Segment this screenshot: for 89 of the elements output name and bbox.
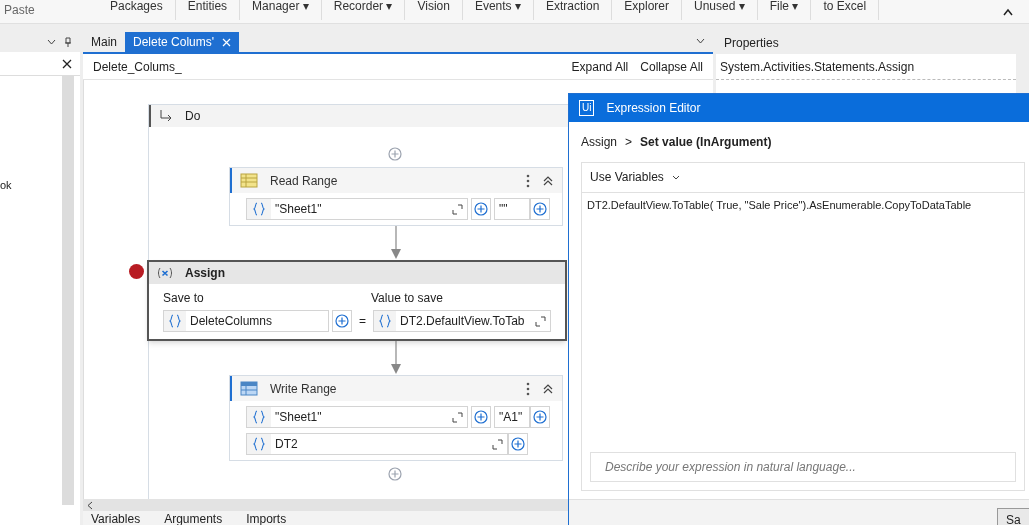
breadcrumb-link[interactable]: Assign bbox=[581, 132, 618, 151]
expression-field[interactable]: "A1" bbox=[494, 406, 530, 428]
collapse-icon[interactable] bbox=[542, 174, 554, 187]
breadcrumb-current: Set value (InArgument) bbox=[640, 133, 772, 151]
more-icon[interactable] bbox=[526, 173, 530, 188]
expression-field[interactable]: DT2.DefaultView.ToTab bbox=[372, 310, 551, 332]
field-label: Value to save bbox=[371, 290, 443, 307]
table-icon bbox=[240, 380, 258, 397]
field-value: "Sheet1" bbox=[274, 201, 323, 218]
ribbon-button[interactable]: Packages bbox=[98, 0, 176, 20]
scrollbar[interactable] bbox=[62, 76, 74, 505]
more-icon[interactable] bbox=[526, 381, 530, 396]
expression-editor[interactable]: DT2.DefaultView.ToTable( True, "Sale Price").AsEnumerable.CopyToDataTable bbox=[582, 192, 1024, 452]
equals-sign: = bbox=[357, 313, 367, 330]
connector-arrow bbox=[390, 341, 402, 375]
add-icon[interactable] bbox=[511, 437, 525, 451]
chevron-left-icon[interactable] bbox=[87, 500, 93, 510]
ribbon-button[interactable]: Events ▾ bbox=[462, 0, 534, 20]
field-value: DT2.DefaultView.ToTab bbox=[398, 313, 526, 330]
chevron-down-icon[interactable] bbox=[47, 39, 56, 45]
add-icon[interactable] bbox=[474, 410, 488, 424]
ribbon-button[interactable]: Vision bbox=[405, 0, 463, 20]
field-value: "Sheet1" bbox=[274, 409, 323, 426]
field-value: DT2 bbox=[274, 436, 299, 453]
ribbon-button[interactable]: File ▾ bbox=[757, 0, 812, 20]
pin-icon[interactable] bbox=[64, 37, 72, 47]
panel-text: ok bbox=[0, 179, 12, 191]
panel-tab[interactable]: Arguments bbox=[164, 514, 223, 525]
expand-icon[interactable] bbox=[492, 438, 503, 450]
document-tab[interactable]: Main bbox=[83, 32, 125, 52]
ribbon-button[interactable]: Manager ▾ bbox=[240, 0, 322, 20]
field-label: Save to bbox=[163, 290, 205, 307]
activity-title: Read Range bbox=[270, 172, 339, 190]
chevron-down-icon[interactable] bbox=[696, 38, 705, 44]
sequence-label: Do bbox=[185, 108, 201, 125]
ribbon-button[interactable]: Extraction bbox=[533, 0, 613, 20]
breadcrumb-separator: > bbox=[625, 133, 633, 151]
activity-card[interactable]: Read Range "Sheet1" "" bbox=[229, 167, 563, 226]
collapse-ribbon-icon[interactable] bbox=[1003, 8, 1013, 16]
collapse-all-link[interactable]: Collapse All bbox=[640, 57, 703, 76]
add-icon[interactable] bbox=[533, 202, 547, 216]
braces-icon bbox=[378, 314, 391, 328]
field-value: DeleteColumns bbox=[189, 313, 274, 330]
activity-card[interactable]: Write Range "Sheet1" "A1" DT2 bbox=[229, 375, 563, 461]
connector-arrow bbox=[390, 226, 402, 260]
ribbon-button[interactable]: Explorer bbox=[612, 0, 682, 20]
ribbon-button[interactable]: Recorder ▾ bbox=[321, 0, 406, 20]
add-icon[interactable] bbox=[474, 202, 488, 216]
document-tab[interactable]: Delete Colums' bbox=[125, 32, 239, 52]
ribbon-button[interactable]: Unused ▾ bbox=[682, 0, 758, 20]
expression-field[interactable]: "" bbox=[494, 198, 530, 220]
panel-title: Properties bbox=[724, 35, 780, 52]
expand-icon[interactable] bbox=[452, 203, 463, 215]
table-icon bbox=[240, 172, 258, 189]
braces-icon bbox=[169, 314, 181, 328]
add-icon[interactable] bbox=[335, 314, 350, 328]
type-name: System.Activities.Statements.Assign bbox=[720, 58, 915, 76]
panel-tab[interactable]: Imports bbox=[246, 514, 287, 525]
save-button[interactable]: Sa bbox=[997, 508, 1029, 525]
panel-tab[interactable]: Variables bbox=[91, 514, 141, 525]
braces-icon bbox=[253, 437, 265, 451]
add-icon[interactable] bbox=[533, 410, 547, 424]
expand-all-link[interactable]: Expand All bbox=[571, 57, 629, 76]
collapse-icon[interactable] bbox=[542, 382, 554, 395]
expand-icon[interactable] bbox=[535, 315, 546, 327]
braces-icon bbox=[253, 410, 265, 424]
use-variables-dropdown[interactable]: Use Variables bbox=[590, 168, 680, 187]
ribbon-button[interactable]: to Excel bbox=[811, 0, 880, 20]
expression-field[interactable]: DeleteColumns bbox=[163, 310, 330, 332]
app-logo: Ui bbox=[579, 99, 595, 116]
dialog-title: Expression Editor bbox=[606, 99, 701, 117]
add-icon[interactable] bbox=[388, 467, 402, 481]
ribbon-button[interactable]: Paste bbox=[0, 0, 98, 20]
add-icon[interactable] bbox=[388, 147, 402, 161]
expression-field[interactable]: "Sheet1" bbox=[246, 198, 468, 220]
chevron-down-icon bbox=[671, 174, 680, 180]
expression-field[interactable]: DT2 bbox=[246, 433, 508, 455]
expand-icon[interactable] bbox=[452, 411, 463, 423]
branch-arrow-icon bbox=[159, 110, 173, 122]
ribbon-button[interactable]: Entities bbox=[175, 0, 241, 20]
expression-field[interactable]: "Sheet1" bbox=[246, 406, 468, 428]
variable-icon bbox=[157, 267, 173, 279]
activity-title: Assign bbox=[185, 265, 225, 282]
description-field[interactable]: Describe your expression in natural language... bbox=[590, 452, 1016, 482]
close-icon[interactable] bbox=[62, 58, 72, 69]
activity-card[interactable]: Assign Save to Value to save DeleteColumns = DT2.DefaultView.ToTab bbox=[147, 260, 567, 341]
braces-icon bbox=[253, 202, 265, 216]
breadcrumb[interactable]: Delete_Colums_ bbox=[93, 57, 572, 76]
activity-title: Write Range bbox=[270, 380, 338, 398]
